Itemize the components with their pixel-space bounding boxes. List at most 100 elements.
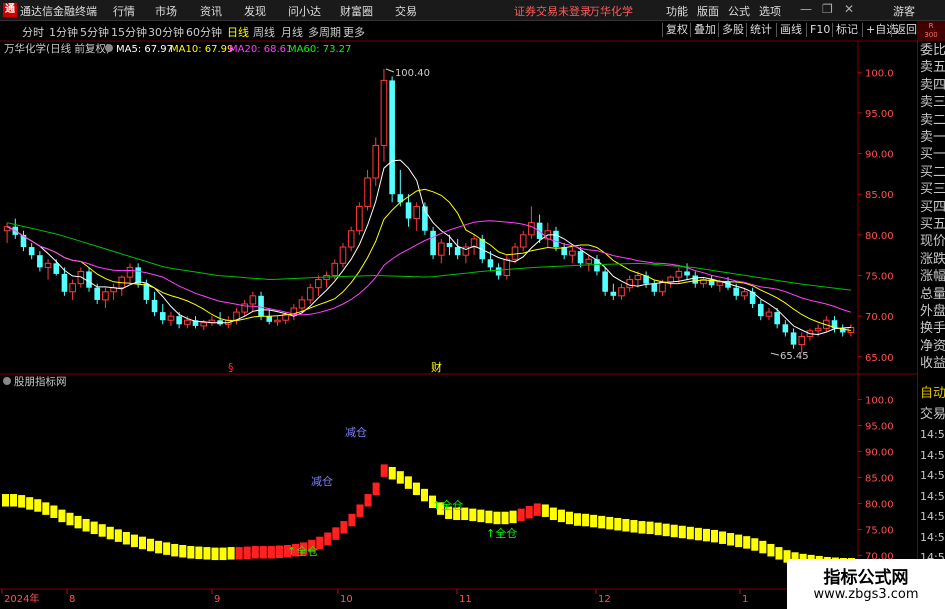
quote-field-14: 总量 <box>920 286 945 302</box>
candle-body-81 <box>667 276 674 283</box>
sub-bar-71 <box>574 513 582 526</box>
sub-bar-85 <box>686 526 694 540</box>
candle-body-7 <box>61 273 68 292</box>
sub-bar-61 <box>493 511 501 525</box>
candle-body-4 <box>37 255 43 268</box>
sub-bar-17 <box>138 536 147 550</box>
login-notice[interactable]: 证券交易未登录 <box>514 3 591 19</box>
toolbar-button-3[interactable]: 统计 <box>746 23 775 37</box>
candle-body-67 <box>553 230 559 248</box>
sub-bar-46 <box>372 482 380 496</box>
quote-field-16: 换手 <box>920 321 945 337</box>
toolbar-button-6[interactable]: 标记 <box>832 23 861 37</box>
sub-bar-33 <box>267 546 275 559</box>
period-tab-7[interactable]: 周线 <box>253 24 275 40</box>
sub-bar-79 <box>638 521 646 534</box>
sub-bar-70 <box>565 511 574 525</box>
period-tab-4[interactable]: 30分钟 <box>148 24 184 40</box>
candle-body-43 <box>356 205 363 232</box>
quote-field-2: 卖四 <box>920 77 945 93</box>
high-label: 100.40 <box>395 68 430 79</box>
xtick-4: 11 <box>459 594 472 605</box>
sub-bar-31 <box>251 546 259 559</box>
sub-bar-44 <box>356 504 364 517</box>
toolbar-button-5[interactable]: F10 <box>806 23 833 37</box>
quote-panel: 委比 卖五 卖四 卖三 卖二 卖一 买一 买二 买三 买四 买五 现价 涨跌 涨幅 总量 外盘 换手 净资 收益 自动… <box>917 41 945 609</box>
sub-bar-45 <box>364 494 372 507</box>
candle-body-15 <box>126 266 134 278</box>
kline-chart[interactable]: 100.0 95.00 90.00 85.00 80.00 75.00 70.00 65.00… <box>0 41 917 609</box>
title-bar: 通 通达信金融终端 行情 市场 资讯 发现 问小达 财富圈 交易 证券交易未登录… <box>0 0 945 21</box>
quote-field-9: 买四 <box>920 199 945 215</box>
menu-item-news[interactable]: 资讯 <box>200 3 222 19</box>
event-marker-0: § <box>228 361 234 374</box>
sub-bar-80 <box>646 521 654 535</box>
menu-item-options[interactable]: 选项 <box>759 3 781 19</box>
candle-body-12 <box>102 291 109 301</box>
toolbar-button-4[interactable]: 画线 <box>776 23 805 37</box>
toolbar-button-0[interactable]: 复权 <box>662 23 691 37</box>
period-tab-9[interactable]: 多周期 <box>308 24 341 40</box>
candle-body-45 <box>372 144 380 179</box>
candle-body-77 <box>634 275 642 281</box>
sub-bar-94 <box>759 540 767 554</box>
close-icon[interactable]: ✕ <box>844 2 854 16</box>
menu-item-formula[interactable]: 公式 <box>728 3 750 19</box>
toolbar-button-8[interactable]: 返回 <box>891 23 920 37</box>
sub-bar-7 <box>58 509 66 523</box>
period-tab-2[interactable]: 5分钟 <box>80 24 109 40</box>
xtick-2: 9 <box>214 594 220 605</box>
period-tab-10[interactable]: 更多 <box>343 24 365 40</box>
period-tab-0[interactable]: 分时 <box>22 24 44 40</box>
menu-item-assistant[interactable]: 问小达 <box>288 3 321 19</box>
quote-field-15: 外盘 <box>920 304 945 319</box>
sub-bar-21 <box>171 543 179 557</box>
toolbar-button-1[interactable]: 叠加 <box>690 23 719 37</box>
sub-bar-3 <box>26 497 34 510</box>
candle-body-40 <box>331 262 339 277</box>
menu-item-wealth[interactable]: 财富圈 <box>340 3 373 19</box>
sub-bar-96 <box>775 547 783 560</box>
quote-field-3: 卖三 <box>920 95 945 111</box>
candle-body-75 <box>618 287 625 297</box>
main-ytick-3: 85.00 <box>865 190 894 201</box>
ma60-line <box>6 222 851 291</box>
candle-body-76 <box>626 279 634 289</box>
menu-item-function[interactable]: 功能 <box>666 3 688 19</box>
candle-body-72 <box>594 259 600 272</box>
period-tab-1[interactable]: 1分钟 <box>49 24 78 40</box>
xtick-5: 12 <box>598 594 611 605</box>
event-marker-1: 财 <box>431 360 442 374</box>
sub-bar-63 <box>509 510 517 524</box>
menu-item-quotes[interactable]: 行情 <box>113 3 135 19</box>
period-tab-5[interactable]: 60分钟 <box>186 24 222 40</box>
candle-body-20 <box>167 315 175 321</box>
period-tab-3[interactable]: 15分钟 <box>111 24 147 40</box>
menu-item-market[interactable]: 市场 <box>155 3 177 19</box>
menu-item-trade[interactable]: 交易 <box>395 3 417 19</box>
sub-ytick-1: 95.00 <box>865 421 894 432</box>
candle-body-94 <box>774 312 780 325</box>
realtime-badge[interactable]: R 300 <box>917 21 945 41</box>
candle-body-54 <box>446 242 453 248</box>
user-label[interactable]: 游客 <box>893 3 915 19</box>
sub-bar-13 <box>106 526 114 540</box>
period-tab-6[interactable]: 日线 <box>227 24 249 40</box>
indicator-menu-icon <box>105 44 113 52</box>
menu-item-layout[interactable]: 版面 <box>697 3 719 19</box>
sub-bar-42 <box>340 521 348 534</box>
minimize-icon[interactable]: — <box>800 2 812 16</box>
candle-body-46 <box>380 79 388 146</box>
ma-label-0: MA5: 67.97 <box>116 44 173 55</box>
period-tab-8[interactable]: 月线 <box>281 24 303 40</box>
menu-item-discover[interactable]: 发现 <box>244 3 266 19</box>
sub-bar-95 <box>767 543 775 557</box>
sub-ytick-4: 80.00 <box>865 499 894 510</box>
trade-field-2: 14:56 <box>920 428 945 441</box>
sub-bar-40 <box>324 532 332 545</box>
toolbar-button-2[interactable]: 多股 <box>718 23 747 37</box>
restore-icon[interactable]: ❐ <box>822 2 833 16</box>
candle-body-60 <box>495 267 502 276</box>
sub-ytick-5: 75.00 <box>865 525 894 536</box>
sub-bar-51 <box>412 482 420 496</box>
